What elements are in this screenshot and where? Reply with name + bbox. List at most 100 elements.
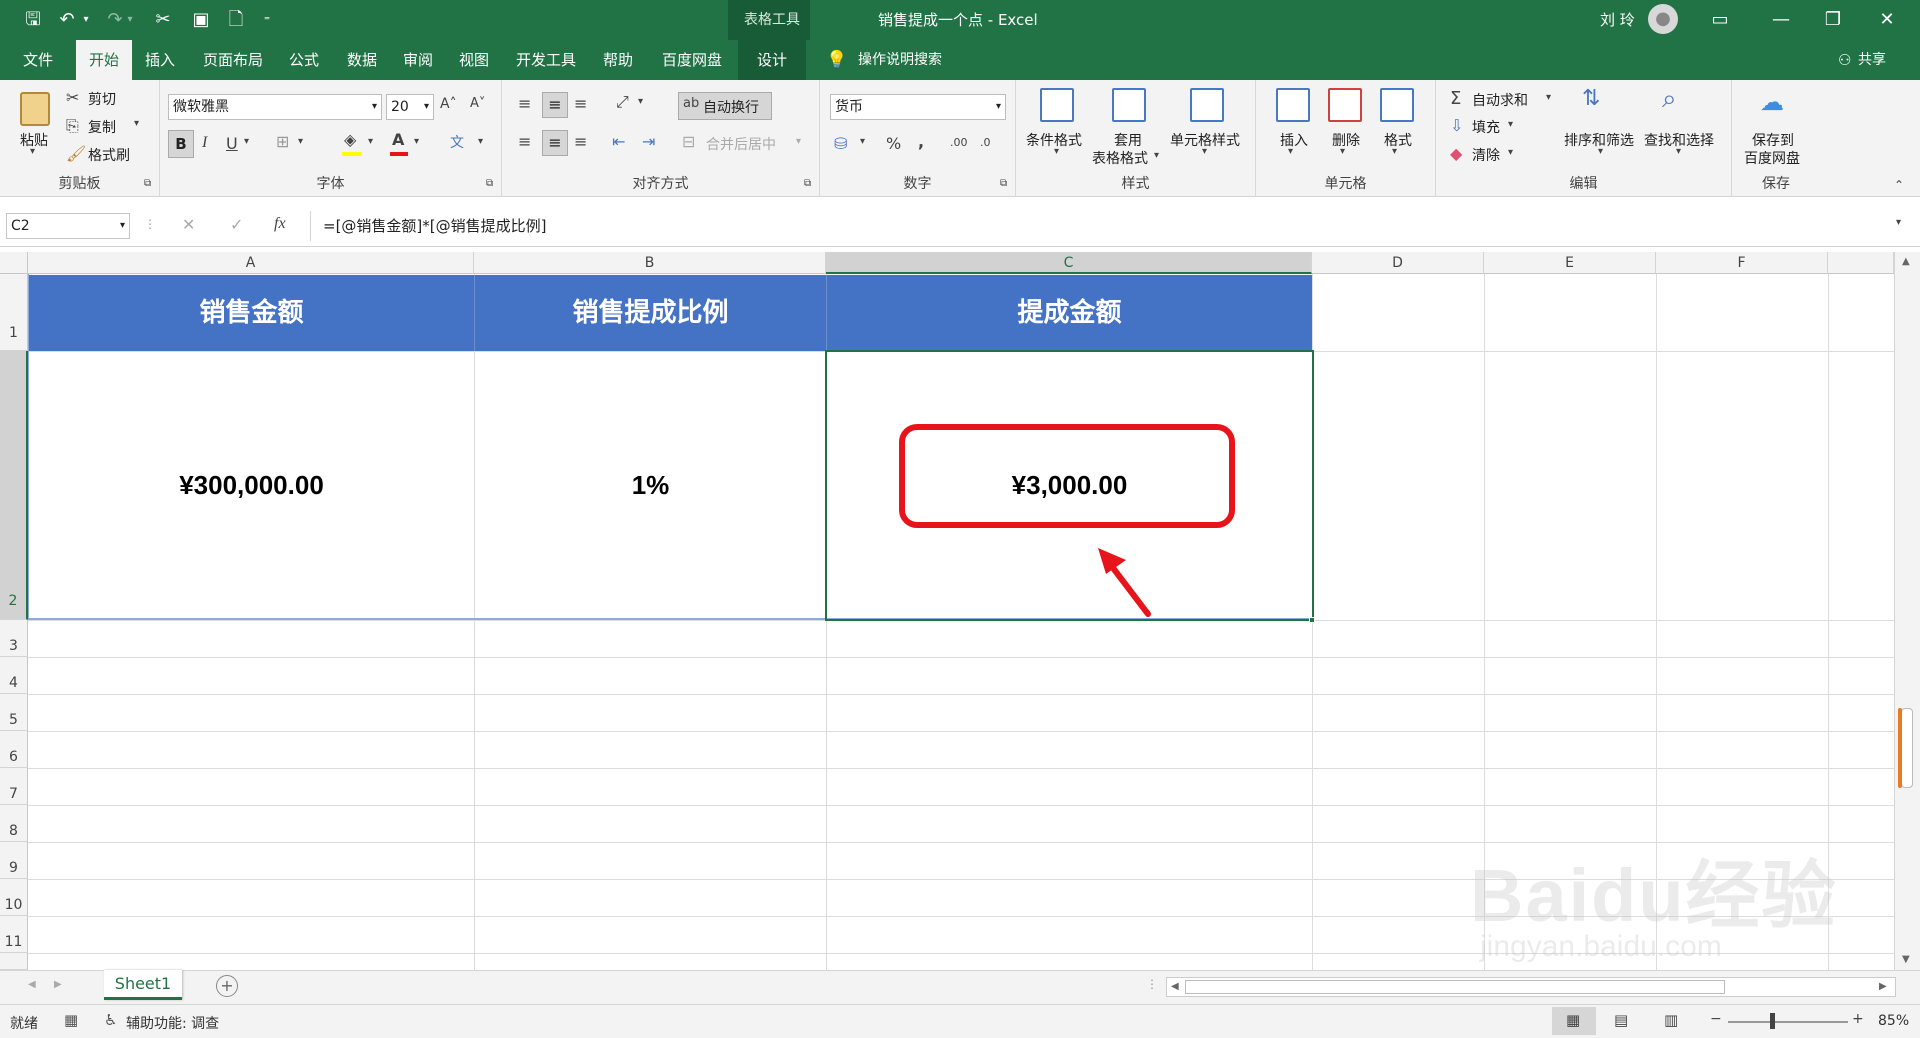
italic-button[interactable]: I [202,134,207,152]
formula-input[interactable]: =[@销售金额]*[@销售提成比例] [310,211,1900,241]
clear-dropdown-icon[interactable]: ▾ [1508,147,1513,158]
add-sheet-icon[interactable]: + [216,975,238,997]
tab-page-layout[interactable]: 页面布局 [192,40,274,80]
wrap-text-button[interactable]: ab 自动换行 [678,92,772,120]
underline-button[interactable]: U [226,134,238,153]
insert-cells-icon[interactable] [1276,88,1310,122]
copy-dropdown-icon[interactable]: ▾ [134,118,139,129]
format-cells-icon[interactable] [1380,88,1414,122]
zoom-level[interactable]: 85% [1878,1013,1909,1029]
align-top-icon[interactable]: ≡ [518,94,531,113]
row-header-8[interactable]: 8 [0,805,28,842]
tell-me-search[interactable]: 操作说明搜索 [858,40,942,80]
align-middle-icon[interactable]: ≡ [542,92,568,118]
tab-file[interactable]: 文件 [10,40,66,80]
tab-data[interactable]: 数据 [336,40,388,80]
accounting-format-icon[interactable]: ⛁ [834,134,847,153]
user-name[interactable]: 刘 玲 [1600,0,1635,40]
vertical-scrollbar[interactable]: ▲ ▼ [1894,252,1920,970]
borders-icon[interactable]: ⊞ [276,132,289,151]
fill-handle[interactable] [1309,617,1315,623]
expand-formula-icon[interactable]: ▾ [1896,217,1901,228]
fill-button[interactable]: 填充 [1472,117,1500,137]
autosum-button[interactable]: 自动求和 [1472,90,1528,110]
align-center-icon[interactable]: ≡ [542,130,568,156]
column-header-f[interactable]: F [1656,252,1828,274]
row-header-6[interactable]: 6 [0,731,28,768]
merge-center-button[interactable]: 合并后居中 [706,134,776,154]
phonetic-dropdown-icon[interactable]: ▾ [478,136,483,147]
undo-dropdown-icon[interactable]: ▾ [80,8,92,32]
scroll-right-icon[interactable]: ▶ [1879,981,1887,992]
fill-color-dropdown-icon[interactable]: ▾ [368,136,373,147]
conditional-dropdown-icon[interactable]: ▾ [1054,146,1059,157]
sort-dropdown-icon[interactable]: ▾ [1598,146,1603,157]
name-box[interactable]: C2 ▾ [6,213,130,239]
zoom-slider-thumb[interactable] [1770,1013,1775,1029]
normal-view-button[interactable]: ▦ [1552,1007,1596,1035]
header-cell-commission-amount[interactable]: 提成金额 [827,275,1312,351]
autosum-icon[interactable]: Σ [1450,88,1461,109]
paste-icon[interactable] [20,92,50,126]
tab-help[interactable]: 帮助 [592,40,644,80]
h-scroll-thumb[interactable] [1185,980,1725,994]
tab-developer[interactable]: 开发工具 [506,40,586,80]
merge-dropdown-icon[interactable]: ▾ [796,136,801,147]
copy-button[interactable]: 复制 [88,117,116,137]
fill-dropdown-icon[interactable]: ▾ [1508,119,1513,130]
row-header-10[interactable]: 10 [0,879,28,916]
cut-icon[interactable]: ✂ [152,8,174,32]
worksheet[interactable]: A B C D E F 1 2 3 4 5 6 7 8 9 10 11 销售金额… [0,252,1920,970]
cell-styles-icon[interactable] [1190,88,1224,122]
zoom-out-icon[interactable]: − [1710,1011,1722,1027]
undo-icon[interactable]: ↶ [56,8,78,32]
accounting-dropdown-icon[interactable]: ▾ [860,136,865,147]
align-right-icon[interactable]: ≡ [574,132,587,151]
cell-b2[interactable]: 1% [475,352,826,618]
tab-home[interactable]: 开始 [76,40,132,80]
paste-dropdown-icon[interactable]: ▾ [30,146,35,157]
comma-style-icon[interactable]: , [918,132,924,151]
borders-dropdown-icon[interactable]: ▾ [298,136,303,147]
format-as-table-line1[interactable]: 套用 [1114,130,1142,150]
minimize-icon[interactable]: — [1768,8,1794,32]
font-color-icon[interactable]: A [392,130,404,149]
row-header-4[interactable]: 4 [0,657,28,694]
decrease-font-icon[interactable]: A˅ [470,96,485,111]
decrease-decimal-icon[interactable]: .0 [980,136,991,149]
bold-button[interactable]: B [168,130,194,158]
increase-indent-icon[interactable]: ⇥ [642,132,655,151]
row-header-5[interactable]: 5 [0,694,28,731]
prev-sheet-icon[interactable]: ◀ [28,979,36,990]
zoom-in-icon[interactable]: + [1852,1011,1864,1027]
column-header-a[interactable]: A [28,252,474,274]
format-as-table-line2[interactable]: 表格格式 [1092,148,1148,168]
avatar[interactable]: ● [1648,4,1678,34]
underline-dropdown-icon[interactable]: ▾ [244,136,249,147]
autosum-dropdown-icon[interactable]: ▾ [1546,92,1551,103]
share-button[interactable]: 共享 [1858,40,1886,80]
accessibility-status[interactable]: 辅助功能: 调查 [126,1013,219,1033]
column-header-g[interactable] [1828,252,1894,274]
ribbon-display-options-icon[interactable]: ▭ [1707,8,1733,32]
sort-filter-icon[interactable]: ⇅ [1582,86,1600,111]
save-icon[interactable]: 🖫 [22,8,44,32]
tab-formulas[interactable]: 公式 [278,40,330,80]
customize-qat-icon[interactable]: ⁼ [260,8,274,32]
zoom-slider[interactable] [1728,1021,1848,1023]
insert-cells-button[interactable]: 插入 [1280,130,1308,150]
number-launcher-icon[interactable]: ⧉ [1000,178,1007,189]
column-header-d[interactable]: D [1312,252,1484,274]
decrease-indent-icon[interactable]: ⇤ [612,132,625,151]
scroll-left-icon[interactable]: ◀ [1171,981,1179,992]
cell-styles-dropdown-icon[interactable]: ▾ [1202,146,1207,157]
insert-function-icon[interactable]: fx [274,215,286,233]
font-color-dropdown-icon[interactable]: ▾ [414,136,419,147]
row-header-3[interactable]: 3 [0,620,28,657]
horizontal-scrollbar[interactable]: ◀ ▶ [1166,977,1896,997]
new-document-icon[interactable]: 🗋 [225,8,247,32]
clipboard-launcher-icon[interactable]: ⧉ [144,178,151,189]
enter-icon[interactable]: ✓ [230,215,243,234]
header-cell-sales-amount[interactable]: 销售金额 [29,275,474,351]
tab-design[interactable]: 设计 [738,40,806,80]
